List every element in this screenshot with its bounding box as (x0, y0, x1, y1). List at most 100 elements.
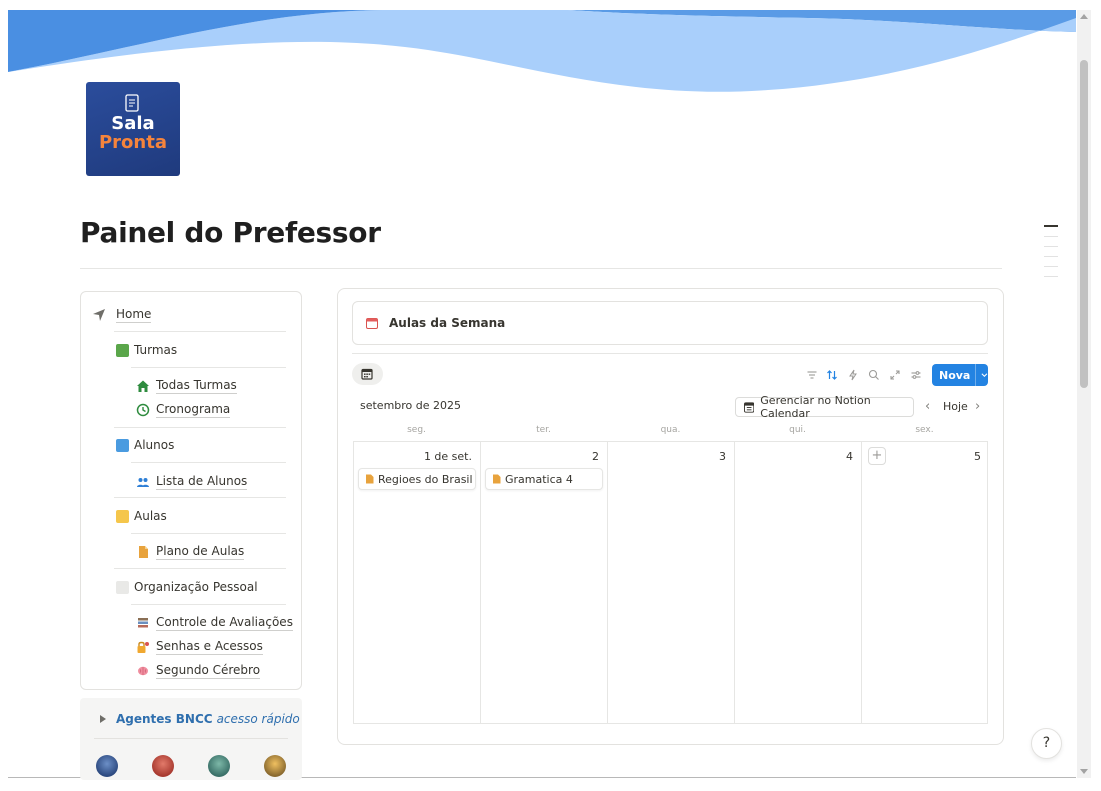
new-item-button[interactable]: Nova (932, 364, 988, 386)
next-chevron-icon[interactable]: › (975, 399, 980, 414)
event-title[interactable]: Regioes do Brasil (378, 473, 473, 486)
divider (114, 427, 286, 428)
agent-avatar[interactable] (96, 755, 118, 777)
toc-line[interactable] (1044, 276, 1058, 277)
filter-icon[interactable] (806, 369, 818, 381)
logo-text-pronta: Pronta (98, 132, 167, 153)
weekday-header: ter. (536, 425, 551, 435)
scroll-down-arrow-icon[interactable] (1080, 769, 1088, 774)
view-tabs-divider (352, 353, 988, 354)
nav-segundo-cerebro[interactable]: Segundo Cérebro (136, 662, 261, 679)
weekday-header: seg. (407, 425, 426, 435)
calendar-event[interactable]: Regioes do Brasil (358, 468, 476, 490)
chevron-down-icon[interactable] (981, 371, 988, 379)
nav-controle-avaliacoes-label[interactable]: Controle de Avaliações (156, 614, 293, 631)
section-alunos-label: Alunos (134, 438, 175, 452)
nav-segundo-cerebro-label[interactable]: Segundo Cérebro (156, 662, 261, 679)
day-cell[interactable]: 1 de set. Regioes do Brasil (354, 442, 481, 723)
nav-todas-turmas-label[interactable]: Todas Turmas (156, 377, 237, 394)
event-title[interactable]: Gramatica 4 (505, 473, 573, 486)
vertical-scrollbar[interactable] (1077, 10, 1091, 778)
nav-home[interactable]: Home (92, 306, 152, 323)
toc-line-active[interactable] (1044, 225, 1058, 227)
nav-cronograma-label[interactable]: Cronograma (156, 401, 231, 418)
today-button[interactable]: Hoje (943, 400, 968, 413)
agents-label[interactable]: Agentes BNCC (116, 712, 213, 726)
page-icon-logo[interactable]: Sala Pronta (86, 82, 180, 176)
nav-lista-de-alunos[interactable]: Lista de Alunos (136, 473, 248, 490)
help-icon[interactable]: ? (1043, 735, 1050, 751)
week-heading-block[interactable]: Aulas da Semana (352, 301, 988, 345)
manage-notion-calendar-button[interactable]: Gerenciar no Notion Calendar (735, 394, 914, 420)
divider (114, 497, 286, 498)
section-aulas[interactable]: Aulas (116, 508, 167, 524)
settings-sliders-icon[interactable] (910, 369, 922, 381)
agent-avatar[interactable] (208, 755, 230, 777)
calendar-view-tab[interactable] (352, 363, 383, 385)
weekday-header: qua. (660, 425, 681, 435)
agents-toggle[interactable]: Agentes BNCC acesso rápido (100, 712, 300, 726)
previous-chevron-icon[interactable]: ‹ (925, 399, 930, 414)
nav-senhas-acessos-label[interactable]: Senhas e Acessos (156, 638, 263, 655)
section-aulas-label: Aulas (134, 509, 167, 523)
scroll-up-arrow-icon[interactable] (1080, 14, 1088, 19)
section-organizacao-pessoal[interactable]: Organização Pessoal (116, 579, 258, 595)
logo-text-sala: Sala (111, 113, 155, 134)
manage-notion-calendar-label[interactable]: Gerenciar no Notion Calendar (760, 394, 913, 420)
clock-icon (136, 403, 150, 416)
toggle-triangle-icon[interactable] (100, 715, 106, 723)
day-cell[interactable]: 2 Gramatica 4 (481, 442, 608, 723)
day-number: 3 (719, 450, 726, 463)
automation-lightning-icon[interactable] (847, 369, 859, 381)
day-cell[interactable]: 3 (608, 442, 735, 723)
expand-icon[interactable] (889, 369, 901, 381)
new-item-label[interactable]: Nova (932, 369, 970, 382)
document-icon (493, 474, 501, 484)
weekday-header: qui. (789, 425, 806, 435)
help-button[interactable]: ? (1031, 728, 1062, 759)
section-alunos[interactable]: Alunos (116, 437, 174, 453)
day-cell[interactable]: + 5 (862, 442, 989, 723)
section-turmas-label: Turmas (134, 343, 178, 357)
divider (131, 462, 286, 463)
button-separator (975, 364, 977, 386)
blue-square-icon (116, 438, 129, 452)
brain-icon (138, 666, 148, 675)
page-title[interactable]: Painel do Prefessor (80, 216, 381, 249)
divider (114, 331, 286, 332)
divider (94, 738, 288, 739)
sort-icon[interactable] (826, 369, 838, 381)
scroll-thumb[interactable] (1080, 60, 1088, 388)
agent-avatar[interactable] (152, 755, 174, 777)
add-event-plus-icon[interactable]: + (868, 447, 886, 465)
calendar-month-label: setembro de 2025 (360, 399, 462, 412)
day-number: 5 (974, 450, 981, 463)
document-icon (366, 474, 374, 484)
title-divider (80, 268, 1002, 269)
calendar-icon (366, 318, 378, 329)
toc-line[interactable] (1044, 236, 1058, 237)
calendar-event[interactable]: Gramatica 4 (485, 468, 603, 490)
section-turmas[interactable]: Turmas (116, 342, 177, 358)
toc-line[interactable] (1044, 246, 1058, 247)
nav-todas-turmas[interactable]: Todas Turmas (136, 377, 237, 394)
nav-controle-de-avaliacoes[interactable]: Controle de Avaliações (136, 614, 293, 631)
divider (131, 604, 286, 605)
day-cell[interactable]: 4 (735, 442, 862, 723)
nav-plano-de-aulas[interactable]: Plano de Aulas (136, 543, 245, 560)
table-of-contents-minimap[interactable] (1042, 225, 1064, 286)
calendar-week-grid: 1 de set. Regioes do Brasil 2 Gramatica … (353, 441, 988, 724)
nav-plano-de-aulas-label[interactable]: Plano de Aulas (156, 543, 245, 560)
nav-senhas-e-acessos[interactable]: Senhas e Acessos (136, 638, 263, 655)
toc-line[interactable] (1044, 266, 1058, 267)
notebook-icon (125, 94, 139, 112)
nav-home-label[interactable]: Home (116, 306, 152, 323)
gray-square-icon (116, 580, 129, 594)
nav-lista-de-alunos-label[interactable]: Lista de Alunos (156, 473, 248, 490)
day-number: 1 de set. (423, 450, 472, 463)
nav-cronograma[interactable]: Cronograma (136, 401, 231, 418)
toc-line[interactable] (1044, 256, 1058, 257)
agent-avatar[interactable] (264, 755, 286, 777)
search-icon[interactable] (868, 369, 880, 381)
send-arrow-icon (93, 308, 105, 321)
